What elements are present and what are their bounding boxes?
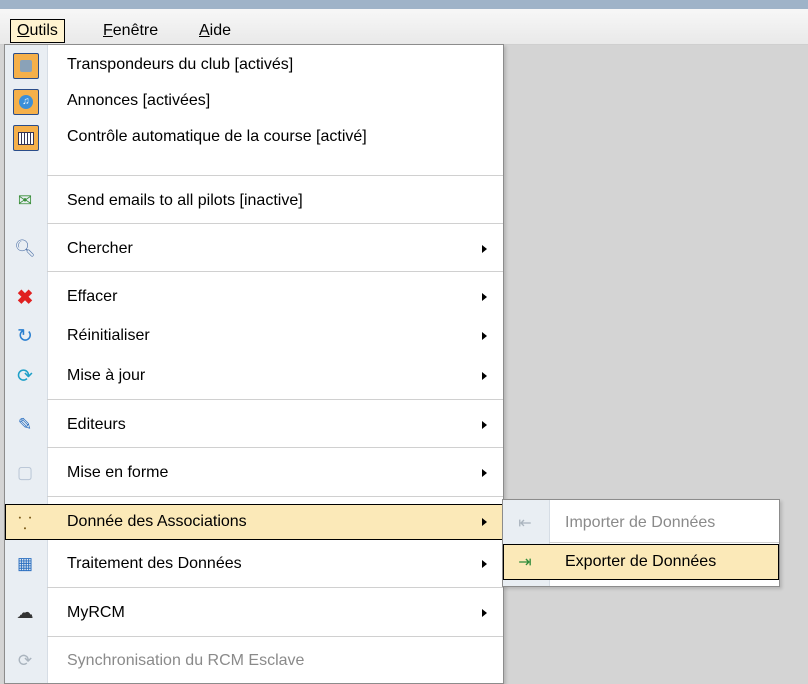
- submenu-arrow-icon: [482, 421, 487, 429]
- import-icon: ⇤: [518, 515, 532, 532]
- submenu-item-label: Exporter de Données: [565, 553, 717, 570]
- menu-outils-label: utils: [29, 22, 58, 39]
- submenu-arrow-icon: [482, 469, 487, 477]
- menu-item-transpondeurs[interactable]: Transpondeurs du club [activés]: [5, 47, 503, 83]
- menu-aide[interactable]: Aide: [193, 19, 237, 42]
- email-send-icon: ✉: [17, 191, 33, 210]
- menu-item-reinitialiser[interactable]: ↻ Réinitialiser: [5, 318, 503, 354]
- menu-item-label: Mise en forme: [67, 464, 169, 481]
- submenu-item-importer[interactable]: ⇤ Importer de Données: [503, 505, 779, 541]
- menu-item-label: Annonces [activées]: [67, 92, 211, 109]
- menu-item-label: Mise à jour: [67, 367, 146, 384]
- transponder-icon: [13, 53, 39, 79]
- refresh-icon: ⟳: [17, 365, 33, 387]
- menu-item-donnee-associations[interactable]: ⸪ Donnée des Associations: [5, 504, 503, 540]
- menu-item-myrcm[interactable]: ☁ MyRCM: [5, 595, 503, 631]
- menu-item-traitement-donnees[interactable]: ▦ Traitement des Données: [5, 546, 503, 582]
- menu-item-label: Traitement des Données: [67, 555, 242, 572]
- menu-item-annonces[interactable]: ♫ Annonces [activées]: [5, 83, 503, 119]
- menu-fenetre[interactable]: Fenêtre: [97, 19, 164, 42]
- menu-item-effacer[interactable]: ✖ Effacer: [5, 279, 503, 315]
- submenu-arrow-icon: [482, 372, 487, 380]
- hierarchy-icon: ⸪: [18, 513, 32, 533]
- magnifier-icon: 🔍︎: [14, 239, 36, 258]
- menu-item-label: Synchronisation du RCM Esclave: [67, 652, 305, 669]
- outils-dropdown-menu: Transpondeurs du club [activés] ♫ Annonc…: [4, 44, 504, 684]
- music-note-icon: ♫: [13, 89, 39, 115]
- submenu-arrow-icon: [482, 293, 487, 301]
- data-processing-icon: ▦: [16, 554, 34, 573]
- calculator-icon: [13, 125, 39, 151]
- reset-icon: ↻: [17, 325, 33, 347]
- menu-outils[interactable]: Outils: [10, 19, 65, 43]
- menu-fenetre-label: enêtre: [112, 22, 159, 39]
- menu-item-label: Chercher: [67, 240, 133, 257]
- separator: [47, 399, 503, 400]
- separator: [47, 175, 503, 176]
- menu-item-label: MyRCM: [67, 604, 125, 621]
- menu-item-mise-a-jour[interactable]: ⟳ Mise à jour: [5, 358, 503, 394]
- menu-outils-mnemonic: O: [17, 22, 30, 39]
- separator: [549, 542, 779, 543]
- menu-item-synchronisation[interactable]: ⟳ Synchronisation du RCM Esclave: [5, 643, 503, 679]
- separator: [47, 223, 503, 224]
- separator: [47, 271, 503, 272]
- menu-item-mise-en-forme[interactable]: ▢ Mise en forme: [5, 455, 503, 491]
- submenu-arrow-icon: [482, 609, 487, 617]
- submenu-item-exporter[interactable]: ⇥ Exporter de Données: [503, 544, 779, 580]
- menu-item-label: Réinitialiser: [67, 327, 150, 344]
- red-x-icon: ✖: [16, 286, 34, 309]
- menu-item-label: Donnée des Associations: [67, 513, 247, 530]
- menu-item-label: Contrôle automatique de la course [activ…: [67, 128, 367, 145]
- menu-item-controle-course[interactable]: Contrôle automatique de la course [activ…: [5, 119, 503, 155]
- menu-item-chercher[interactable]: 🔍︎ Chercher: [5, 231, 503, 267]
- menu-item-editeurs[interactable]: ✎ Editeurs: [5, 407, 503, 443]
- menu-item-label: Editeurs: [67, 416, 126, 433]
- menu-item-label: Send emails to all pilots [inactive]: [67, 192, 303, 209]
- menu-aide-mnemonic: A: [199, 22, 210, 39]
- submenu-arrow-icon: [482, 518, 487, 526]
- sync-icon: ⟳: [17, 651, 33, 670]
- submenu-item-label: Importer de Données: [565, 514, 716, 531]
- separator: [47, 636, 503, 637]
- menu-item-label: Effacer: [67, 288, 118, 305]
- menu-item-send-emails[interactable]: ✉ Send emails to all pilots [inactive]: [5, 183, 503, 219]
- editor-icon: ✎: [17, 415, 33, 434]
- menu-item-label: Transpondeurs du club [activés]: [67, 56, 294, 73]
- submenu-arrow-icon: [482, 332, 487, 340]
- export-icon: ⇥: [518, 554, 532, 571]
- menu-aide-label: ide: [209, 22, 232, 39]
- menubar: Outils Fenêtre Aide: [0, 9, 808, 45]
- separator: [47, 496, 503, 497]
- separator: [47, 447, 503, 448]
- associations-submenu: ⇤ Importer de Données ⇥ Exporter de Donn…: [502, 499, 780, 587]
- submenu-arrow-icon: [482, 245, 487, 253]
- cloud-icon: ☁: [16, 603, 34, 622]
- separator: [47, 587, 503, 588]
- menu-fenetre-mnemonic: F: [103, 22, 113, 39]
- submenu-arrow-icon: [482, 560, 487, 568]
- window-title-strip: [0, 0, 808, 9]
- format-icon: ▢: [16, 463, 34, 482]
